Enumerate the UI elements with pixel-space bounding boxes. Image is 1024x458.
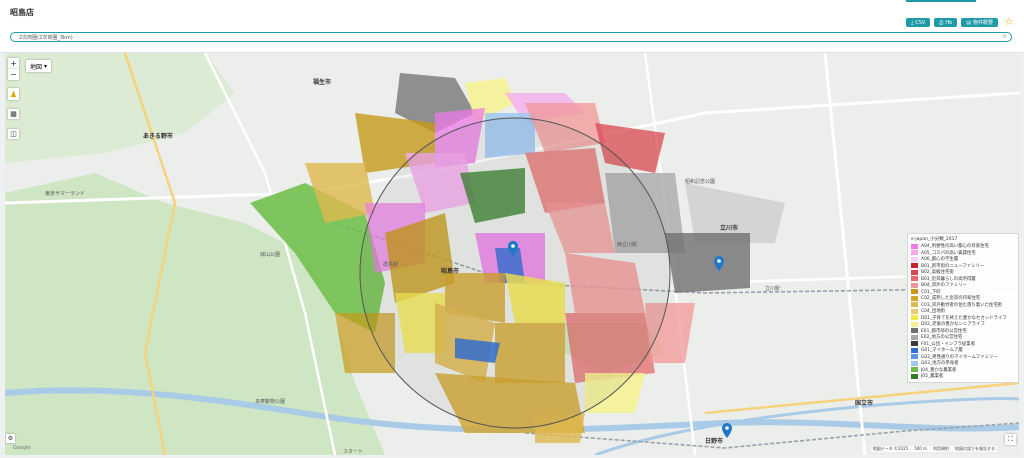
zoom-in-button[interactable]: + xyxy=(8,58,19,69)
road xyxy=(823,53,867,455)
legend-swatch xyxy=(911,263,918,269)
legend-label: D01_子育てを終えた豊かなセカンドライフ xyxy=(921,315,1007,321)
place-label: 福生市 xyxy=(313,79,332,86)
legend-label: F01_公団・インフラ従業者 xyxy=(921,341,976,347)
legend-label: E01_都市部の公営住宅 xyxy=(921,328,967,334)
legend-swatch xyxy=(911,243,918,249)
legend-title: e-japan_小分類_2017 xyxy=(911,237,958,242)
legend-item: J05_農業者 xyxy=(911,373,1015,380)
property-summary-button[interactable]: ▤ 物件概要 xyxy=(961,18,998,27)
legend-label: B03_近郊暮らしの高所得層 xyxy=(921,276,976,282)
legend-swatch xyxy=(911,289,918,295)
legend-label: G02_男性通りのマイホームファミリー xyxy=(921,354,998,360)
poi-label: 東京サマーランド xyxy=(45,191,86,197)
station-label: 立川駅 xyxy=(765,286,781,292)
poi-label: 多摩動物公園 xyxy=(255,399,286,405)
legend-label: D02_老後の豊かなシニアライフ xyxy=(921,322,985,328)
legend-label: J04_豊かな農業者 xyxy=(921,367,957,373)
legend-label: C02_成熟した近郊の持家住宅 xyxy=(921,296,981,302)
legend-item: D01_子育てを終えた豊かなセカンドライフ xyxy=(911,315,1015,322)
legend-swatch xyxy=(911,341,918,347)
page-title: 昭島店 xyxy=(10,8,34,17)
station-label: 西立川駅 xyxy=(617,242,638,248)
legend-swatch xyxy=(911,295,918,301)
legend-swatch xyxy=(911,308,918,314)
legend-label: J05_農業者 xyxy=(921,374,944,380)
legend-swatch xyxy=(911,269,918,275)
trade-area-circle xyxy=(359,117,671,429)
area-select[interactable]: × xyxy=(10,32,1012,42)
layers-icon[interactable]: ▦ xyxy=(8,109,19,119)
map-attribution: 地図データ ©2025 500 m 利用規約 地図の誤りを報告する xyxy=(870,446,997,452)
google-logo: Google xyxy=(13,445,31,451)
legend-swatch xyxy=(911,282,918,288)
header-bar: 昭島店 ⤓CSV ⎙Hb ▤物件概要 ☆ × xyxy=(0,0,1024,53)
zoom-out-button[interactable]: − xyxy=(8,69,19,80)
legend-label: E02_地方の公営住宅 xyxy=(921,335,963,341)
map-settings-icon[interactable]: ⚙ xyxy=(6,434,15,443)
area-polygon xyxy=(665,233,750,293)
legend-panel: e-japan_小分類_2017 A04_利便性の高い都心の持家住宅 A05_コス… xyxy=(907,233,1019,383)
print-icon: ⎙ xyxy=(939,19,944,26)
legend-swatch xyxy=(911,354,918,360)
poi-label: 城山公園 xyxy=(260,252,281,258)
street-view-icon[interactable]: ◫ xyxy=(8,129,19,139)
place-label: 立川市 xyxy=(720,225,739,232)
legend-swatch xyxy=(911,276,918,282)
legend-label: A04_利便性の高い都心の持家住宅 xyxy=(921,244,989,250)
print-button[interactable]: ⎙ Hb xyxy=(934,18,958,27)
fullscreen-button[interactable]: ⛶ xyxy=(1005,434,1016,445)
document-icon: ▤ xyxy=(966,19,971,26)
legend-swatch xyxy=(911,302,918,308)
map-type-selector[interactable]: 地図 ▾ xyxy=(26,60,52,72)
area-select-input[interactable] xyxy=(11,33,979,41)
active-tab-indicator xyxy=(906,0,976,2)
legend-label: B04_郊外のファミリー xyxy=(921,283,967,289)
legend-swatch xyxy=(911,250,918,256)
legend-label: A06_都心の学生層 xyxy=(921,257,959,263)
map-layer xyxy=(5,53,1019,455)
legend-swatch xyxy=(911,334,918,340)
competitor-marker[interactable] xyxy=(722,423,732,438)
place-label: 国立市 xyxy=(855,400,874,407)
place-label: 昭島市 xyxy=(441,268,460,275)
csv-button[interactable]: ⤓ CSV xyxy=(905,18,931,27)
legend-label: C03_郊外勤労者の住む落ち着いた住宅街 xyxy=(921,302,1003,308)
legend-swatch xyxy=(911,256,918,262)
place-label: 日野市 xyxy=(705,438,724,445)
legend-label: B02_高級住宅街 xyxy=(921,270,954,276)
poi-label: スタート xyxy=(343,449,364,455)
legend-label: B01_新市街のニューファミリー xyxy=(921,263,985,269)
legend-list: A04_利便性の高い都心の持家住宅 A05_コスパの高い賃貸住宅 A06_都心の学生… xyxy=(911,243,1015,380)
chevron-down-icon: ▾ xyxy=(44,62,48,70)
legend-swatch xyxy=(911,321,918,327)
pegman-icon[interactable]: ♟ xyxy=(8,88,19,100)
legend-swatch xyxy=(911,373,918,379)
legend-label: G01_マイホームア層 xyxy=(921,348,963,354)
legend-label: C01_下町 xyxy=(921,289,941,295)
legend-swatch xyxy=(911,328,918,334)
legend-swatch xyxy=(911,315,918,321)
station-label: 拝島駅 xyxy=(383,262,399,268)
toolbar: ⤓ CSV ⎙ Hb ▤ 物件概要 xyxy=(905,18,998,27)
legend-item: C03_郊外勤労者の住む落ち着いた住宅街 xyxy=(911,302,1015,309)
star-icon[interactable]: ☆ xyxy=(1004,16,1014,27)
close-icon[interactable]: × xyxy=(1002,33,1007,41)
legend-swatch xyxy=(911,347,918,353)
legend-label: C04_団地街 xyxy=(921,309,946,315)
legend-label: G03_地方の単身者 xyxy=(921,361,959,367)
download-icon: ⤓ xyxy=(910,19,914,26)
place-label: あきる野市 xyxy=(143,133,173,140)
poi-label: 昭和記念公園 xyxy=(685,179,716,185)
legend-label: A05_コスパの高い賃貸住宅 xyxy=(921,250,976,256)
legend-swatch xyxy=(911,367,918,373)
map-canvas[interactable]: 福生市 あきる野市 昭島市 立川市 国立市 日野市 拝島駅 西立川駅 立川駅 城… xyxy=(5,53,1019,455)
legend-swatch xyxy=(911,360,918,366)
